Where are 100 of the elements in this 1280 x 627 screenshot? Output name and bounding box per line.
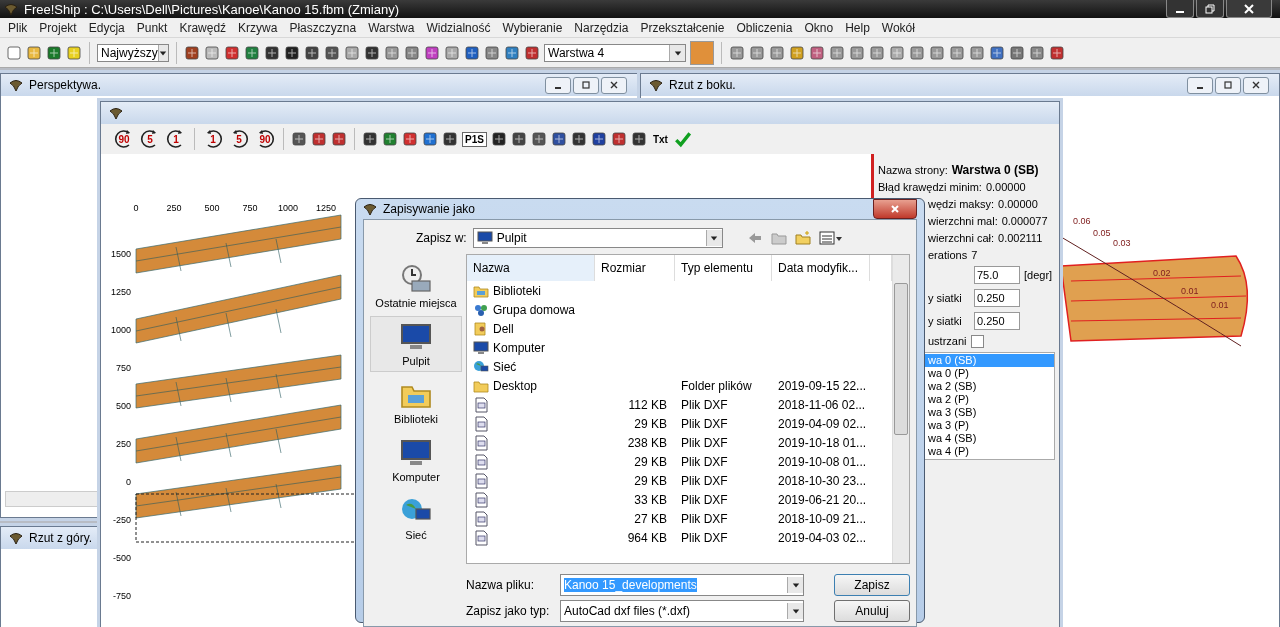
toolbar-button[interactable]: P1S [462,131,487,147]
save-button[interactable]: Zapisz [834,574,910,596]
save-in-label: Zapisz w: [416,231,467,245]
layer-list-item[interactable]: wa 0 (P) [925,367,1054,380]
places-item[interactable]: Ostatnie miejsca [370,258,462,314]
layer-list-item[interactable]: wa 2 (SB) [925,380,1054,393]
monitor-icon [476,230,493,246]
number-field[interactable]: 0.250 [974,312,1020,330]
file-name[interactable]: Komputer [493,340,546,355]
dropdown-arrow-icon [673,48,682,57]
menu-item[interactable]: Punkt [130,20,174,35]
vertical-scrollbar[interactable] [892,255,909,563]
column-header[interactable]: Rozmiar [595,255,675,281]
menu-item[interactable]: Warstwa [362,20,421,35]
dropdown-arrow-icon [791,581,800,589]
layer-color-swatch[interactable] [690,40,714,65]
menu-item[interactable]: Krzywa [232,20,284,35]
close-icon [1251,80,1261,90]
column-header[interactable]: Data modyfik... [772,255,870,281]
menu-item[interactable]: Narzędzia [568,20,635,35]
cancel-button[interactable]: Anuluj [834,600,910,622]
menu-item[interactable]: Edycja [82,20,131,35]
precision-combo[interactable]: Najwyższy [97,43,169,62]
number-field[interactable]: 75.0 [974,266,1020,284]
menu-item[interactable]: Plik [2,20,34,35]
text-tool-button[interactable]: Txt [650,132,670,146]
menu-item[interactable]: Okno [798,20,840,35]
file-type: Plik DXF [681,511,728,526]
file-type: Plik DXF [681,397,728,412]
maximize-button[interactable] [573,76,599,94]
layer-combo[interactable]: Warstwa 4 [544,43,686,62]
maximize-icon [581,80,591,90]
horizontal-scrollbar[interactable] [5,491,99,507]
column-header[interactable]: Nazwa [467,255,595,281]
minimize-button[interactable] [1166,0,1194,18]
view-menu-icon[interactable] [818,230,843,246]
places-item[interactable]: Komputer [370,432,462,488]
file-type-combo[interactable]: AutoCad dxf files (*.dxf) [560,600,804,622]
column-header[interactable]: Typ elementu [675,255,772,281]
menu-item[interactable]: Widzialność [420,20,497,35]
layer-list-item[interactable]: wa 3 (SB) [925,406,1054,419]
close-button[interactable] [1243,76,1269,94]
window-title: Free!Ship : C:\Users\Dell\Pictures\Kanoe\Kanoo 15.fbm (Zmiany) [24,1,399,17]
minimize-button[interactable] [1187,76,1213,94]
app-icon [4,2,18,16]
close-button[interactable] [1226,0,1272,18]
minimize-icon [1176,10,1184,13]
layer-list-item[interactable]: wa 4 (SB) [925,432,1054,445]
file-name[interactable]: Grupa domowa [493,302,576,317]
menu-item[interactable]: Wybieranie [496,20,569,35]
menu-item[interactable]: Help [839,20,876,35]
minimize-button[interactable] [545,76,571,94]
layer-list-item[interactable]: wa 4 (P) [925,445,1054,458]
rotate-right-button[interactable]: 5 [228,128,250,150]
file-type: Plik DXF [681,416,728,431]
maximize-button[interactable] [1215,76,1241,94]
checkbox[interactable] [970,334,984,348]
places-item[interactable]: Sieć [370,490,462,546]
close-button[interactable] [873,199,917,219]
menu-item[interactable]: Projekt [33,20,83,35]
rotate-left-button[interactable]: 90 [113,128,135,150]
menu-item[interactable]: Krawędź [173,20,233,35]
child-window-title: Rzut z góry. [29,531,93,545]
menu-item[interactable]: Wokół [875,20,921,35]
places-item[interactable]: Biblioteki [370,374,462,430]
file-date: 2019-10-08 01... [778,454,867,469]
file-name[interactable]: Biblioteki [493,283,542,298]
menu-item[interactable]: Płaszczyzna [283,20,363,35]
unit-label: [degr] [1024,269,1053,281]
file-date: 2018-10-30 23... [778,473,867,488]
file-date: 2018-10-09 21... [778,511,867,526]
file-name[interactable]: Dell [493,321,514,336]
info-label: erations [928,249,968,261]
child-window-title: Perspektywa. [29,78,102,92]
rotate-right-button[interactable]: 1 [202,128,224,150]
rotate-right-button[interactable]: 90 [254,128,276,150]
rotate-left-button[interactable]: 1 [165,128,187,150]
places-item[interactable]: Pulpit [370,316,462,372]
layer-list-item[interactable]: wa 2 (P) [925,393,1054,406]
file-size: 29 KB [634,454,667,469]
dropdown-arrow-icon [710,234,719,242]
axis-tick-label: 1000 [278,203,298,213]
file-name[interactable]: Desktop [493,378,538,393]
rotate-left-button[interactable]: 5 [139,128,161,150]
restore-button[interactable] [1196,0,1224,18]
save-in-combo[interactable]: Pulpit [472,228,723,248]
user-folder-icon [473,320,489,337]
contour-label: 0.06 [1073,216,1091,226]
axis-tick-label: 750 [115,363,131,373]
close-button[interactable] [601,76,627,94]
number-field[interactable]: 0.250 [974,289,1020,307]
file-name[interactable]: Sieć [493,359,517,374]
layer-list-item[interactable]: wa 3 (P) [925,419,1054,432]
contour-label: 0.02 [1153,268,1171,278]
menu-item[interactable]: Przekształcenie [634,20,731,35]
menu-item[interactable]: Obliczenia [730,20,799,35]
checkmark-icon[interactable] [673,130,692,148]
file-type: Plik DXF [681,473,728,488]
file-size: 29 KB [634,473,667,488]
info-label: Nazwa strony: [878,164,948,176]
